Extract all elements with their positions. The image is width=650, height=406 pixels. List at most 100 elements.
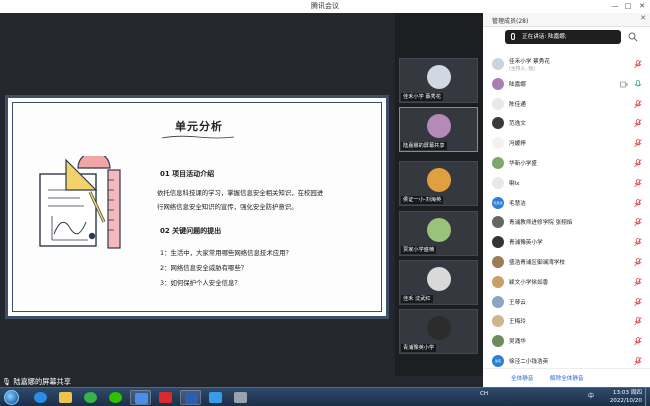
section1-body-line2: 行网络信息安全知识的宣传，强化安全防护意识。 [157,203,298,211]
avatar [492,97,504,110]
member-name: 王梅玲 [509,319,526,326]
slide-title: 单元分析 [175,120,223,133]
avatar: 毛慧洁 [492,196,504,209]
word-taskbar-button[interactable] [180,390,201,405]
mic-muted-icon[interactable] [634,258,642,267]
word-icon [185,393,198,404]
member-panel: 管理成员(28) ✕ 正在讲话: 陆嘉娜; 佳禾小学 蔡秀花 (主持人, 我) 陆嘉… [483,13,650,387]
ie-taskbar-button[interactable] [30,390,51,405]
video-tile-active[interactable]: 陆嘉娜的屏幕共享 [399,107,478,152]
search-icon[interactable] [628,32,638,42]
member-row[interactable]: 青浦教师进修学院 张栩焰 [483,213,650,232]
wechat-taskbar-button[interactable] [105,390,126,405]
mute-all-button[interactable]: 全体静音 [511,374,533,382]
participant-name: 贾家小学盛楠 [401,246,437,254]
member-row[interactable]: 华新小学盛 [483,154,650,173]
speaking-text: 正在讲话: 陆嘉娜; [522,34,567,40]
unmute-all-button[interactable]: 解除全体静音 [550,374,584,382]
language-indicator[interactable]: CH [480,391,488,397]
mic-muted-icon[interactable] [634,317,642,326]
member-row[interactable]: 陈佳通 [483,95,650,114]
participant-avatar [427,65,451,89]
mic-muted-icon[interactable] [634,357,642,366]
show-desktop-button[interactable] [645,388,650,406]
avatar [492,157,504,169]
mic-muted-icon[interactable] [634,119,642,128]
member-name: 盛浩青浦区御澜湾学校 [509,260,565,266]
mic-muted-icon[interactable] [634,139,642,148]
member-row[interactable]: 王琴云 [483,293,650,312]
member-row[interactable]: 毛慧洁 毛慧洁 [483,194,650,213]
mic-muted-icon[interactable] [634,337,642,346]
video-tile[interactable]: 佳禾 沈武红 [399,260,478,305]
avatar [492,176,504,189]
member-row[interactable]: 佳禾小学 蔡秀花 (主持人, 我) [483,55,650,74]
folder-taskbar-button[interactable] [55,390,76,405]
mic-muted-icon[interactable] [634,60,642,69]
mic-muted-icon[interactable] [634,238,642,247]
question-2: 2：网络信息安全威胁有哪些？ [160,264,248,272]
mic-muted-icon[interactable] [634,198,642,208]
mic-muted-icon[interactable] [634,99,642,109]
member-row[interactable]: 吴涌华 [483,332,650,351]
participant-avatar [427,316,451,340]
tencent-meeting-taskbar-button[interactable] [130,390,151,405]
question-3: 3：如何保护个人安全信息？ [160,279,241,287]
stationery-illustration [39,156,121,249]
avatar [492,117,504,130]
mic-muted-icon[interactable] [634,159,642,168]
wechat-icon [109,392,122,403]
mic-muted-icon[interactable] [634,178,642,188]
start-button[interactable] [4,390,19,405]
member-name: 青浦教师进修学院 张栩焰 [509,220,573,227]
avatar [492,216,504,229]
maximize-button[interactable]: □ [622,1,634,11]
video-tile[interactable]: 侯证一小-刘海英 [399,161,478,206]
participant-name: 侯证一小-刘海英 [401,196,444,204]
mic-muted-icon[interactable] [634,218,642,227]
participant-name: 佳禾 沈武红 [401,295,433,303]
mic-muted-icon[interactable] [634,277,642,287]
member-row[interactable]: 冯媛婷 [483,134,650,153]
clock-time: 13:03 周四 [612,390,642,396]
browser-taskbar-button[interactable] [230,390,251,405]
tencent-meeting-icon [135,393,148,404]
app-title: 腾讯会议 [311,2,339,10]
member-panel-header: 管理成员(28) ✕ [483,13,650,27]
member-name: 陈佳通 [509,101,526,108]
member-row[interactable]: 喇lx [483,174,650,193]
member-name: 颖文小学徐如香 [509,279,549,286]
member-row[interactable]: 陆嘉娜 [483,75,650,94]
pdf-taskbar-button[interactable] [155,390,176,405]
participant-name: 陆嘉娜的屏幕共享 [401,142,447,150]
video-tile[interactable]: 佳禾小学 蔡秀花 [399,58,478,103]
360-taskbar-button[interactable] [80,390,101,405]
video-tile[interactable]: 贾家小学盛楠 [399,211,478,256]
participant-name: 青浦豫英小学 [401,344,437,352]
system-clock[interactable]: 13:03 周四 2022/10/20 [610,389,642,405]
member-name: 吴涌华 [509,339,526,346]
cloud-taskbar-button[interactable] [205,390,226,405]
member-panel-footer: 全体静音 解除全体静音 [483,368,650,387]
minimize-button[interactable]: — [609,1,621,11]
member-row[interactable]: 颖文小学徐如香 [483,273,650,292]
member-row[interactable]: 盛浩青浦区御澜湾学校 [483,253,650,272]
member-row[interactable]: 青浦豫英小学 [483,233,650,252]
avatar [492,236,504,249]
close-button[interactable]: ✕ [636,1,648,11]
member-panel-title: 管理成员(28) [492,18,529,25]
title-underline-decoration [161,135,235,139]
section2-heading: 02 关键问题的提出 [160,227,222,235]
avatar [492,335,504,348]
ime-indicator[interactable]: 中 [588,391,594,400]
video-tile[interactable]: 青浦豫英小学 [399,309,478,354]
mic-on-icon[interactable] [634,79,642,89]
mic-muted-icon[interactable] [634,297,642,307]
member-name: 范逸文 [509,121,526,128]
360-icon [84,392,97,403]
member-row[interactable]: 范逸文 [483,114,650,133]
close-icon[interactable]: ✕ [640,14,646,22]
member-row[interactable]: 王梅玲 [483,312,650,331]
cloud-icon [209,392,222,403]
camera-icon[interactable] [620,81,628,88]
